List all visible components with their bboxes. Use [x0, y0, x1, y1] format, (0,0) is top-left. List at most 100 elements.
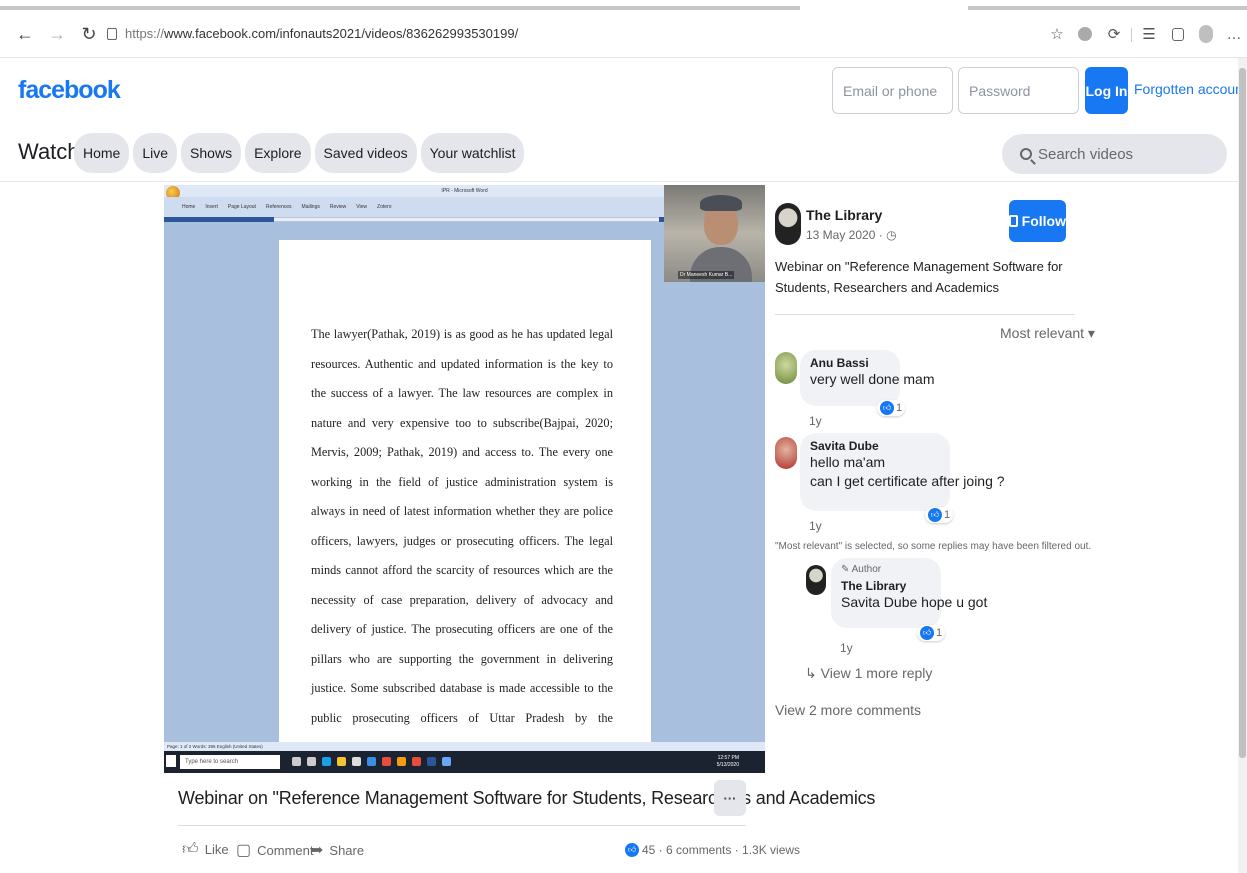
ribbon-tab: Insert [205, 204, 218, 210]
search-icon [1020, 148, 1032, 160]
search-videos-input[interactable]: Search videos [1002, 134, 1227, 174]
taskbar-app-icon [367, 757, 376, 766]
reaction-count: 1 [936, 627, 943, 639]
profile-icon[interactable] [1194, 22, 1218, 46]
comment-time[interactable]: 1y [809, 519, 822, 533]
ruler [274, 217, 659, 222]
like-reaction-icon: 👍︎ [928, 508, 942, 522]
reply-text: Savita Dube hope u got [841, 594, 988, 610]
login-button[interactable]: Log In [1085, 67, 1128, 114]
post-description: Webinar on "Reference Management Softwar… [775, 259, 1063, 295]
favorites-list-icon[interactable]: ☰ [1137, 22, 1161, 46]
like-label: Like [204, 842, 229, 857]
comment-reactions[interactable]: 👍︎ 1 [925, 507, 954, 523]
page-name[interactable]: The Library [806, 207, 882, 223]
ribbon-tab: Zotero [377, 204, 392, 210]
comment-label: Comment [257, 842, 314, 858]
reply-reactions[interactable]: 👍︎ 1 [917, 625, 946, 641]
tab-your-watchlist[interactable]: Your watchlist [420, 133, 525, 173]
tab-home[interactable]: Home [74, 133, 130, 173]
collections-icon[interactable] [1166, 22, 1190, 46]
tab-live[interactable]: Live [133, 133, 178, 173]
password-field[interactable]: Password [958, 67, 1079, 114]
presenter-name: Dr Maneesh Kumar B... [678, 271, 735, 279]
like-reaction-icon: 👍︎ [920, 626, 934, 640]
comment-author[interactable]: Anu Bassi [810, 356, 890, 370]
refresh-icon[interactable]: ↻ [76, 21, 102, 47]
comment-text: very well done mam [810, 371, 935, 387]
ribbon-tab: View [356, 204, 368, 210]
tab-bar[interactable] [0, 6, 800, 10]
like-button[interactable]: 👍︎ Like [182, 840, 229, 859]
forgotten-account-link[interactable]: Forgotten account? [1134, 81, 1247, 97]
more-options-button[interactable]: ··· [714, 780, 746, 816]
browser-tab-strip [0, 0, 1247, 12]
favorite-star-icon[interactable]: ☆ [1045, 22, 1069, 46]
taskbar-app-icon [352, 757, 361, 766]
post-stats[interactable]: 👍︎ 45 · 6 comments · 1.3K views [625, 843, 800, 857]
share-button[interactable]: ➦ Share [310, 840, 364, 860]
comment-button[interactable]: ▢ Comment [236, 840, 313, 860]
word-status-bar: Page: 1 of 2 Words: 396 English (United … [164, 742, 765, 751]
post-date-text: 13 May 2020 · [806, 228, 883, 242]
comment-text: can I get certificate after joing ? [810, 473, 1005, 489]
reply-time[interactable]: 1y [840, 641, 853, 655]
taskbar-app-icon [322, 757, 331, 766]
follow-label: Follow [1021, 213, 1066, 229]
ribbon-tab: Home [182, 204, 196, 210]
video-player[interactable]: IPR - Microsoft Word Home Insert Page La… [164, 185, 765, 773]
like-reaction-icon: 👍︎ [625, 843, 639, 857]
forward-icon[interactable]: → [44, 21, 70, 47]
facebook-logo[interactable]: facebook [18, 76, 121, 105]
extensions-puzzle-icon[interactable]: ⟳ [1102, 22, 1126, 46]
sort-comments-dropdown[interactable]: Most relevant ▾ [1000, 325, 1095, 342]
watch-tabs: Home Live Shows Explore Saved videos You… [74, 133, 525, 173]
divider [775, 314, 1075, 315]
page-avatar[interactable] [775, 203, 801, 245]
lock-icon[interactable] [107, 28, 117, 40]
page-scrollbar[interactable] [1238, 58, 1247, 873]
comment-author[interactable]: Savita Dube [810, 439, 940, 453]
tab-bar[interactable] [968, 6, 1247, 10]
avatar[interactable] [775, 352, 797, 384]
extension-icon[interactable] [1073, 22, 1097, 46]
comment-reactions[interactable]: 👍︎ 1 [877, 400, 906, 416]
reply-author[interactable]: The Library [841, 579, 931, 593]
presenter-cap [700, 195, 742, 211]
view-more-replies-link[interactable]: ↳ View 1 more reply [805, 665, 932, 682]
follow-button[interactable]: Follow [1009, 200, 1066, 242]
taskbar-app-icon [292, 757, 301, 766]
taskbar-app-icon [412, 757, 421, 766]
share-label: Share [329, 842, 365, 858]
document-text: The lawyer(Pathak, 2019) is as good as h… [311, 327, 613, 773]
comment-icon: ▢ [236, 842, 252, 859]
avatar[interactable] [775, 437, 797, 469]
ribbon-tab: References [265, 204, 292, 210]
email-field[interactable]: Email or phone [832, 67, 953, 114]
view-more-comments-link[interactable]: View 2 more comments [775, 702, 921, 718]
comment-bubble: Savita Dube hello ma'am can I get certif… [800, 433, 1005, 511]
author-badge: ✎ Author [841, 564, 931, 575]
scrollbar-thumb[interactable] [1239, 68, 1246, 758]
tab-saved-videos[interactable]: Saved videos [314, 133, 417, 173]
view-more-replies-label: View 1 more reply [820, 665, 933, 681]
comment-time[interactable]: 1y [809, 414, 822, 428]
watch-navigation: Watch Home Live Shows Explore Saved vide… [0, 126, 1247, 182]
taskbar-app-icon [382, 757, 391, 766]
more-menu-icon[interactable]: … [1222, 22, 1246, 46]
tab-explore[interactable]: Explore [245, 133, 311, 173]
comment-text: hello ma'am [810, 454, 886, 470]
avatar[interactable] [806, 565, 826, 595]
address-bar[interactable]: https://www.facebook.com/infonauts2021/v… [125, 26, 518, 41]
post-date[interactable]: 13 May 2020 · ◷ [806, 228, 897, 242]
browser-toolbar: ← → ↻ https://www.facebook.com/infonauts… [0, 12, 1247, 58]
globe-icon: ◷ [886, 228, 897, 242]
divider [178, 825, 746, 826]
back-icon[interactable]: ← [12, 21, 38, 47]
watch-title: Watch [18, 139, 80, 164]
ribbon-tab: Page Layout [227, 204, 256, 210]
taskbar-clock-date: 5/13/2020 [716, 762, 739, 768]
taskbar-app-icon [397, 757, 406, 766]
filter-note: "Most relevant" is selected, so some rep… [775, 541, 1092, 552]
tab-shows[interactable]: Shows [181, 133, 242, 173]
